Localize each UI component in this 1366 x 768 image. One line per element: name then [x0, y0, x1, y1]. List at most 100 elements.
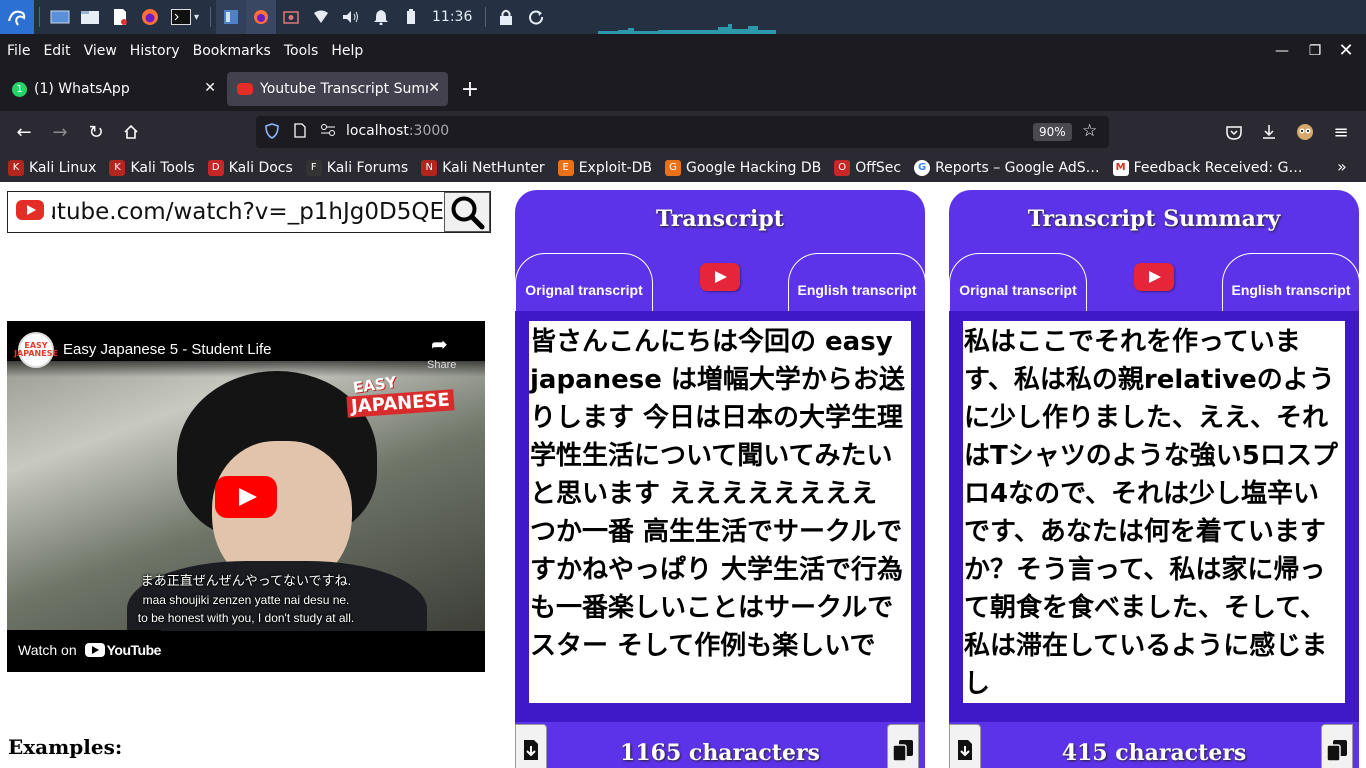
firefox-launcher-icon[interactable]	[135, 0, 165, 34]
show-desktop-icon[interactable]	[45, 0, 75, 34]
share-arrow-icon[interactable]: ➦	[431, 332, 448, 356]
share-label[interactable]: Share	[427, 359, 456, 371]
tab-whatsapp[interactable]: 1 (1) WhatsApp ✕	[2, 72, 224, 106]
video-url-input[interactable]	[52, 196, 444, 228]
forward-arrow-icon[interactable]: →	[45, 117, 75, 147]
channel-avatar[interactable]: EASY JAPANESE	[14, 332, 58, 368]
copy-button[interactable]	[887, 724, 919, 768]
workspace-1-icon[interactable]	[216, 0, 246, 34]
clock[interactable]: 11:36	[432, 9, 472, 25]
bookmark-label: Reports – Google AdS…	[935, 159, 1100, 176]
copy-button[interactable]	[1321, 724, 1353, 768]
wifi-icon[interactable]	[306, 0, 336, 34]
tab-youtube-transcript[interactable]: Youtube Transcript Summ ✕	[227, 72, 448, 106]
summary-panel: Transcript Summary Orignal transcript En…	[949, 190, 1359, 768]
reload-icon[interactable]: ↻	[81, 117, 111, 147]
menu-edit[interactable]: Edit	[36, 43, 76, 59]
play-button-icon[interactable]	[215, 476, 277, 518]
text-editor-icon[interactable]	[105, 0, 135, 34]
youtube-embed-player[interactable]: EASY JAPANESE Easy Japanese 5 - Student …	[7, 321, 485, 672]
logout-icon[interactable]	[521, 0, 551, 34]
watch-on-youtube-button[interactable]: Watch on YouTube	[7, 630, 161, 670]
bookmarks-overflow-chevron-icon[interactable]: »	[1337, 157, 1347, 176]
minimize-window-icon[interactable]: —	[1267, 34, 1297, 67]
kali-dragon-icon: K	[8, 159, 24, 176]
volume-icon[interactable]	[336, 0, 366, 34]
search-button[interactable]	[444, 192, 490, 232]
summary-text: 私はここでそれを作っています、私は私の親relativeのように少し作りました、…	[964, 327, 1338, 699]
firefox-window-icon[interactable]	[246, 0, 276, 34]
bookmark-kali-tools[interactable]: K Kali Tools	[101, 159, 199, 176]
summary-text-box[interactable]: 私はここでそれを作っています、私は私の親relativeのように少し作りました、…	[963, 321, 1345, 703]
address-bar[interactable]: localhost:3000 90% ☆	[256, 116, 1109, 148]
network-activity-graph	[598, 24, 776, 34]
pocket-icon[interactable]	[1219, 117, 1249, 147]
bookmark-star-icon[interactable]: ☆	[1082, 121, 1097, 141]
bookmark-exploit-db[interactable]: E Exploit-DB	[550, 159, 657, 176]
kali-menu-icon[interactable]	[0, 0, 34, 34]
tab-original-label[interactable]: Orignal transcript	[949, 282, 1087, 298]
close-tab-icon[interactable]: ✕	[204, 80, 216, 96]
restore-window-icon[interactable]: ❐	[1300, 34, 1330, 67]
url-text[interactable]: localhost:3000	[346, 123, 449, 139]
watch-on-label: Watch on	[18, 642, 77, 658]
bookmark-kali-forums[interactable]: F Kali Forums	[298, 159, 413, 176]
bookmark-label: Kali Forums	[326, 159, 409, 176]
menu-history[interactable]: History	[123, 43, 186, 59]
menu-tools[interactable]: Tools	[277, 43, 325, 59]
bookmark-label: Kali Docs	[228, 159, 293, 176]
search-icon	[451, 196, 485, 230]
tab-english-label[interactable]: English transcript	[1222, 282, 1359, 298]
transcript-text-box[interactable]: 皆さんこんにちは今回の easy japanese は増幅大学からお送りします …	[529, 321, 911, 703]
battery-icon[interactable]	[396, 0, 426, 34]
kali-tools-icon: K	[109, 159, 126, 176]
menu-view[interactable]: View	[77, 43, 123, 59]
menu-help[interactable]: Help	[324, 43, 369, 59]
new-tab-plus-icon[interactable]: +	[458, 77, 482, 102]
channel-avatar-text: EASY JAPANESE	[14, 341, 58, 358]
kali-forums-icon: F	[305, 159, 322, 176]
permissions-icon[interactable]	[320, 123, 336, 141]
bookmark-feedback-received[interactable]: M Feedback Received: G…	[1105, 159, 1308, 176]
lock-screen-icon[interactable]	[491, 0, 521, 34]
bookmark-google-hacking-db[interactable]: G Google Hacking DB	[657, 159, 826, 176]
youtube-play-icon[interactable]	[1134, 263, 1174, 291]
zoom-level-badge[interactable]: 90%	[1033, 123, 1072, 141]
bookmark-kali-docs[interactable]: D Kali Docs	[200, 159, 298, 176]
bookmark-offsec[interactable]: O OffSec	[826, 159, 906, 176]
bookmark-reports-google-ads[interactable]: G Reports – Google AdS…	[906, 159, 1105, 176]
panel-title: Transcript Summary	[1027, 206, 1281, 232]
bookmark-kali-nethunter[interactable]: N Kali NetHunter	[413, 159, 549, 176]
character-count: 415 characters	[1061, 740, 1247, 766]
bookmark-label: Google Hacking DB	[685, 159, 822, 176]
menu-bookmarks[interactable]: Bookmarks	[186, 43, 277, 59]
tab-english-label[interactable]: English transcript	[788, 282, 925, 298]
tab-original-label[interactable]: Orignal transcript	[515, 282, 653, 298]
close-window-icon[interactable]: ✕	[1331, 34, 1361, 67]
extension-avatar-icon[interactable]	[1290, 117, 1320, 147]
video-title[interactable]: Easy Japanese 5 - Student Life	[63, 341, 271, 358]
terminal-icon[interactable]: ▾	[165, 0, 205, 34]
home-icon[interactable]	[116, 117, 146, 147]
bookmark-kali-linux[interactable]: K Kali Linux	[0, 159, 101, 176]
downloads-icon[interactable]	[1254, 117, 1284, 147]
taskbar-separator	[210, 7, 211, 27]
close-tab-icon[interactable]: ✕	[428, 80, 440, 96]
subtitle-romaji: maa shoujiki zenzen yatte nai desu ne.	[142, 593, 350, 607]
panel-footer: 1165 characters	[515, 722, 925, 768]
youtube-play-icon[interactable]	[700, 263, 740, 291]
video-url-search-box	[7, 191, 491, 233]
tracking-shield-icon[interactable]	[265, 123, 279, 143]
url-port: :3000	[408, 123, 450, 139]
screenshot-app-icon[interactable]	[276, 0, 306, 34]
notifications-bell-icon[interactable]	[366, 0, 396, 34]
file-manager-icon[interactable]	[75, 0, 105, 34]
youtube-brand-text: YouTube	[106, 642, 162, 658]
back-arrow-icon[interactable]: ←	[9, 117, 39, 147]
youtube-favicon-icon	[237, 83, 253, 95]
transcript-text: 皆さんこんにちは今回の easy japanese は増幅大学からお送りします …	[530, 327, 905, 661]
chevron-down-icon[interactable]: ▾	[194, 12, 199, 23]
hamburger-menu-icon[interactable]: ≡	[1326, 117, 1356, 147]
page-info-icon[interactable]	[294, 123, 306, 142]
menu-file[interactable]: File	[0, 43, 36, 59]
